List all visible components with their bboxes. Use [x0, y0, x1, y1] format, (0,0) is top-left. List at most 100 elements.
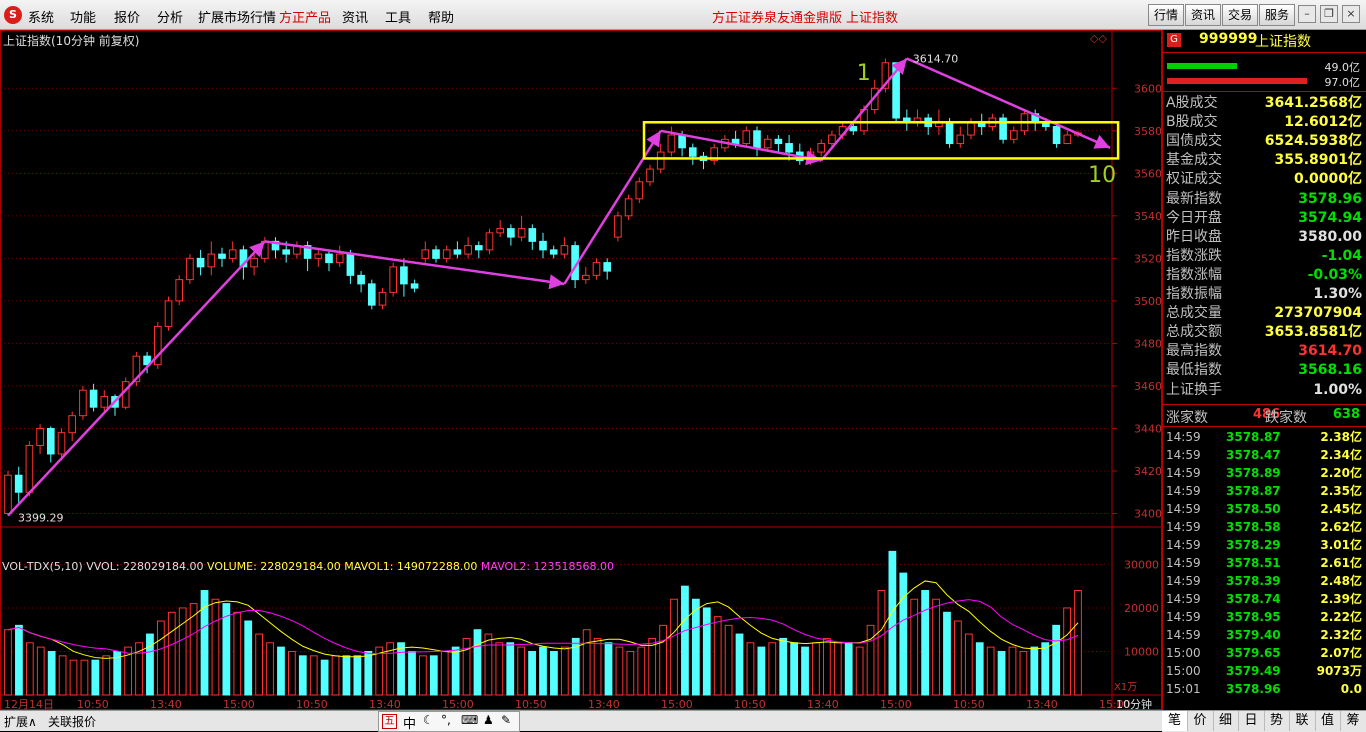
quote-stat-row: B股成交12.6012亿 [1166, 113, 1362, 132]
quote-stat-label: 最高指数 [1166, 342, 1222, 361]
quote-stat-label: 今日开盘 [1166, 209, 1222, 228]
volume-bar [278, 647, 285, 695]
candle-body [208, 254, 215, 267]
menu-analysis[interactable]: 分析 [157, 7, 183, 26]
btn-quote[interactable]: 行情 [1148, 4, 1184, 26]
side-tab[interactable]: 联 [1290, 711, 1316, 731]
tick-row[interactable]: 14:593578.952.22亿 [1166, 608, 1362, 626]
side-tabs: 笔价细日势联值筹 [1162, 711, 1366, 732]
tab-related-quote[interactable]: 关联报价 [48, 713, 96, 730]
tick-row[interactable]: 15:003579.499073万 [1166, 662, 1362, 680]
tick-volume: 2.61亿 [1320, 554, 1362, 572]
candle-body [636, 182, 643, 199]
tick-row[interactable]: 14:593578.392.48亿 [1166, 572, 1362, 590]
volume-bar [1020, 651, 1027, 695]
restore-icon[interactable]: ❐ [1320, 5, 1338, 23]
quote-stat-row: 总成交额3653.8581亿 [1166, 323, 1362, 342]
volume-bar [1075, 591, 1082, 695]
badge-g: G [1167, 33, 1181, 47]
tab-extend[interactable]: 扩展∧ [4, 713, 37, 730]
menu-tools[interactable]: 工具 [385, 7, 411, 26]
window-title: 方正证券泉友通金鼎版 [712, 7, 842, 26]
y-tick-label: 3500 [1134, 295, 1162, 308]
side-tab[interactable]: 价 [1188, 711, 1214, 731]
volume-bar [179, 608, 186, 695]
tick-row[interactable]: 14:593578.472.34亿 [1166, 446, 1362, 464]
candle-body [582, 275, 589, 279]
minimize-icon[interactable]: – [1298, 5, 1316, 23]
wrench-icon[interactable]: ✎ [501, 713, 511, 727]
menu-ext-market[interactable]: 扩展市场行情 [198, 7, 276, 26]
menu-info[interactable]: 资讯 [342, 7, 368, 26]
vol-volume: VOLUME: 228029184.00 [207, 560, 341, 573]
x-tick-label: 15:00 [661, 698, 693, 710]
candle-body [465, 246, 472, 255]
candle-body [829, 135, 836, 144]
side-tab[interactable]: 细 [1213, 711, 1239, 731]
close-icon[interactable]: × [1342, 5, 1360, 23]
ime-logo-icon[interactable]: 五 [382, 714, 397, 729]
ime-mode-zh[interactable]: 中 [403, 713, 416, 732]
tick-row[interactable]: 14:593578.582.62亿 [1166, 518, 1362, 536]
quote-stat-label: 指数振幅 [1166, 285, 1222, 304]
candle-body [647, 169, 654, 182]
volume-bar [343, 656, 350, 695]
chart-option-icons: ◇◇ [1090, 32, 1107, 45]
candle-body [58, 433, 65, 454]
menu-fz-products[interactable]: 方正产品 [279, 7, 331, 26]
keyboard-icon[interactable]: ⌨ [461, 713, 478, 727]
user-icon[interactable]: ♟ [483, 713, 494, 727]
quote-stat-label: 昨日收盘 [1166, 228, 1222, 247]
menu-system[interactable]: 系统 [28, 7, 54, 26]
side-tab[interactable]: 值 [1315, 711, 1341, 731]
tick-row[interactable]: 14:593578.293.01亿 [1166, 536, 1362, 554]
tick-row[interactable]: 14:593578.512.61亿 [1166, 554, 1362, 572]
quote-stat-label: 指数涨幅 [1166, 266, 1222, 285]
side-tab[interactable]: 日 [1239, 711, 1265, 731]
tick-row[interactable]: 14:593578.742.39亿 [1166, 590, 1362, 608]
quote-stat-row: 指数涨跌-1.04 [1166, 247, 1362, 266]
kline-chart-panel[interactable]: 3400342034403460348035003520354035603580… [0, 30, 1162, 710]
volume-bar [605, 643, 612, 695]
moon-icon[interactable]: ☾ [423, 713, 434, 727]
side-tab[interactable]: 笔 [1162, 711, 1188, 731]
btn-info[interactable]: 资讯 [1185, 4, 1221, 26]
volume-bar [594, 638, 601, 695]
candle-body [615, 216, 622, 237]
tick-time: 14:59 [1166, 572, 1201, 590]
volume-bar [703, 608, 710, 695]
kline-svg[interactable]: 3400342034403460348035003520354035603580… [0, 30, 1162, 710]
volume-bar [878, 591, 885, 695]
menu-quote[interactable]: 报价 [114, 7, 140, 26]
quote-stat-label: 国债成交 [1166, 132, 1222, 151]
quote-stat-row: 指数振幅1.30% [1166, 285, 1362, 304]
volume-bar [430, 656, 437, 695]
tick-row[interactable]: 15:013578.960.0 [1166, 680, 1362, 698]
menu-help[interactable]: 帮助 [428, 7, 454, 26]
punct-icon[interactable]: °, [441, 713, 451, 727]
tick-row[interactable]: 14:593578.872.35亿 [1166, 482, 1362, 500]
side-tab[interactable]: 筹 [1341, 711, 1366, 731]
candle-body [1010, 131, 1017, 140]
tick-row[interactable]: 14:593578.502.45亿 [1166, 500, 1362, 518]
side-tab[interactable]: 势 [1264, 711, 1290, 731]
volume-bar [791, 643, 798, 695]
volume-bar [540, 647, 547, 695]
tick-row[interactable]: 15:003579.652.07亿 [1166, 644, 1362, 662]
btn-trade[interactable]: 交易 [1222, 4, 1258, 26]
volume-bar [441, 651, 448, 695]
btn-service[interactable]: 服务 [1259, 4, 1295, 26]
tick-row[interactable]: 14:593578.872.38亿 [1166, 428, 1362, 446]
ime-toolbar[interactable]: 五 中 ☾ °, ⌨ ♟ ✎ [378, 711, 520, 732]
quote-stat-value: 3580.00 [1298, 228, 1362, 247]
tick-row[interactable]: 14:593578.892.20亿 [1166, 464, 1362, 482]
app-logo-icon[interactable]: S [4, 6, 22, 24]
candle-body [411, 284, 418, 288]
quote-stat-row: 国债成交6524.5938亿 [1166, 132, 1362, 151]
tick-volume: 2.38亿 [1320, 428, 1362, 446]
tick-row[interactable]: 14:593579.402.32亿 [1166, 626, 1362, 644]
chart-title: 上证指数(10分钟 前复权) [3, 32, 139, 49]
tick-price: 3578.50 [1226, 500, 1281, 518]
menu-function[interactable]: 功能 [70, 7, 96, 26]
candle-body [1064, 135, 1071, 144]
